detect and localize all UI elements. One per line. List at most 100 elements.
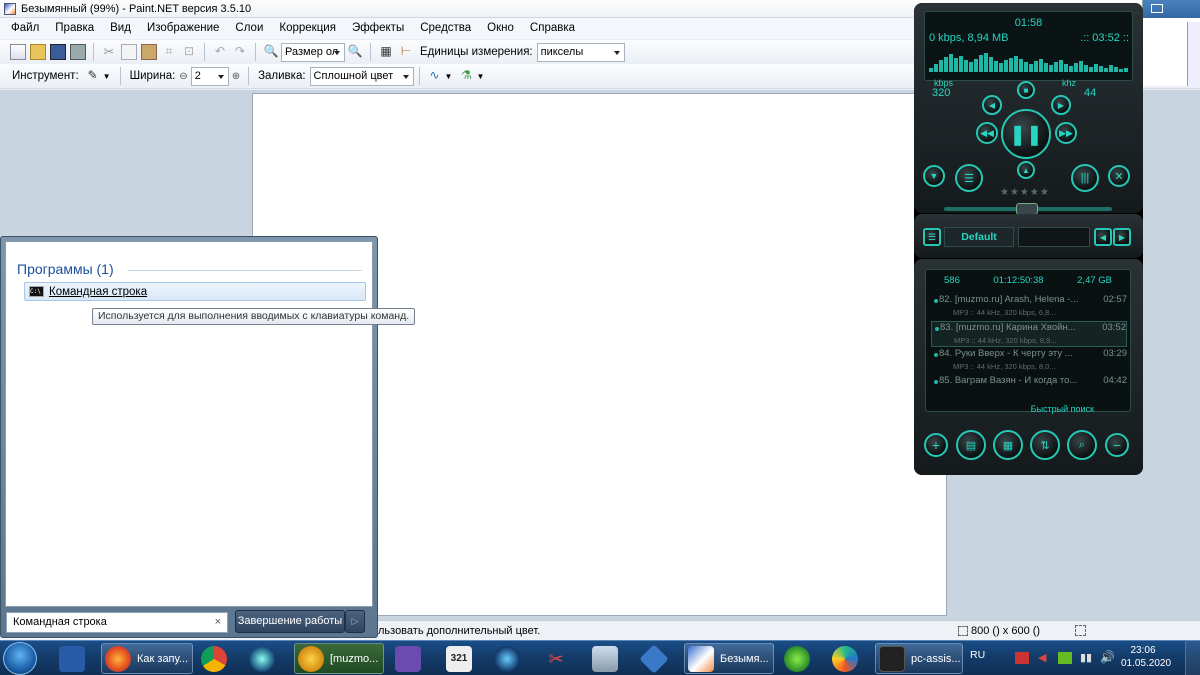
width-increase-icon[interactable]: ⊕ [232, 71, 240, 82]
background-window-titlebar[interactable] [1143, 0, 1200, 18]
next-button[interactable]: ▶ [1051, 95, 1071, 115]
grid-icon[interactable]: ▦ [378, 44, 394, 60]
width-select[interactable]: 2 [190, 66, 229, 86]
playlist-file-button[interactable]: ▤ [956, 430, 986, 460]
taskbar-firefox[interactable]: Как запу... [101, 643, 193, 674]
spectrum-bar [984, 53, 988, 72]
add-button[interactable]: + [924, 433, 948, 457]
zoom-out-icon[interactable]: 🔍 [263, 44, 279, 60]
background-window[interactable] [1142, 0, 1200, 86]
rating-stars[interactable]: ★★★★★ [1000, 187, 1050, 198]
units-select[interactable]: пикселы [536, 42, 625, 62]
menu-adjustments[interactable]: Коррекция [271, 18, 344, 39]
preset-next-button[interactable]: ▶ [1113, 228, 1131, 246]
zoom-select[interactable]: Размер ол [281, 42, 345, 62]
close-button[interactable]: ✕ [1108, 165, 1130, 187]
menu-effects[interactable]: Эффекты [344, 18, 412, 39]
stop-button[interactable]: ■ [1017, 81, 1035, 99]
taskbar-pc-assistant[interactable]: pc-assis... [875, 643, 963, 674]
taskbar-visual-studio[interactable] [392, 643, 430, 674]
menu-image[interactable]: Изображение [139, 18, 227, 39]
taskbar-chrome[interactable] [198, 643, 236, 674]
eject-button[interactable]: ▲ [1017, 161, 1035, 179]
preset-name[interactable]: Default [944, 227, 1014, 247]
preset-prev-button[interactable]: ◀ [1094, 228, 1112, 246]
antialias-icon[interactable]: ∿ [427, 68, 443, 84]
playlist-item[interactable]: 82. [muzmo.ru] Arash, Helena -... 02:57 M… [931, 294, 1127, 320]
taskbar-utorrent[interactable] [781, 643, 819, 674]
sort-button[interactable]: ⇅ [1030, 430, 1060, 460]
tool-dropdown-icon[interactable]: ▼ [103, 72, 111, 81]
menu-file[interactable]: Файл [3, 18, 47, 39]
forward-button[interactable]: ▶▶ [1055, 122, 1077, 144]
width-decrease-icon[interactable]: ⊖ [179, 71, 187, 82]
copy-icon[interactable] [121, 44, 137, 60]
menu-edit[interactable]: Правка [47, 18, 102, 39]
clear-search-icon[interactable]: × [215, 613, 221, 632]
menu-help[interactable]: Справка [522, 18, 583, 39]
playlist-item[interactable]: 85. Ваграм Вазян - И когда то... 04:42 [931, 375, 1127, 401]
taskbar-network[interactable] [491, 643, 529, 674]
undo-icon[interactable]: ↶ [212, 44, 228, 60]
taskbar-word[interactable] [56, 643, 94, 674]
save-icon[interactable] [50, 44, 66, 60]
taskbar-vpn[interactable] [638, 643, 676, 674]
paste-icon[interactable] [141, 44, 157, 60]
start-button[interactable] [3, 642, 37, 675]
start-search-input[interactable]: Командная строка × [6, 612, 228, 633]
menu-down-button[interactable]: ▼ [923, 165, 945, 187]
shutdown-button[interactable]: Завершение работы [235, 610, 345, 633]
antialias-dropdown-icon[interactable]: ▼ [445, 72, 453, 81]
taskbar-download-manager[interactable] [829, 643, 867, 674]
preset-menu-button[interactable]: ☰ [923, 228, 941, 246]
redo-icon[interactable]: ↷ [232, 44, 248, 60]
taskbar-media-321[interactable]: 321 [443, 643, 481, 674]
language-indicator[interactable]: RU [970, 649, 985, 661]
playlist-item[interactable]: 84. Руки Вверх - К черту эту ... 03:29 MP… [931, 348, 1127, 374]
ruler-icon[interactable]: ⊢ [398, 44, 414, 60]
tray-clock[interactable]: 23:06 01.05.2020 [1121, 644, 1171, 670]
open-folder-icon[interactable] [30, 44, 46, 60]
taskbar-aimp[interactable]: [muzmo... [294, 643, 384, 674]
zoom-in-icon[interactable]: 🔍 [347, 44, 363, 60]
tray-nvidia-icon[interactable] [1058, 652, 1072, 664]
taskbar-media-player[interactable] [246, 643, 286, 674]
equalizer-button[interactable]: ||| [1071, 164, 1099, 192]
deselect-icon[interactable]: ⊡ [181, 44, 197, 60]
pause-button[interactable]: ❚❚ [1001, 109, 1051, 159]
show-desktop-button[interactable] [1185, 640, 1200, 675]
quick-search-link[interactable]: Быстрый поиск [1031, 404, 1094, 414]
remove-button[interactable]: − [1105, 433, 1129, 457]
tray-network-icon[interactable]: ▮▮ [1080, 651, 1092, 664]
playlist-item-current[interactable]: 83. [muzmo.ru] Карина Хвойн... 03:52 MP3 … [931, 321, 1127, 347]
cut-icon[interactable]: ✂ [101, 44, 117, 60]
blend-mode-icon[interactable]: ⚗ [458, 68, 474, 84]
taskbar-snipping[interactable]: ✂ [540, 643, 578, 674]
menu-tools[interactable]: Средства [412, 18, 479, 39]
volume-slider[interactable] [944, 203, 1112, 215]
tray-volume-icon[interactable]: 🔊 [1100, 650, 1115, 664]
menu-button[interactable]: ☰ [955, 164, 983, 192]
fill-select[interactable]: Сплошной цвет [309, 66, 414, 86]
maximize-icon[interactable] [1151, 4, 1163, 13]
tray-speaker-icon[interactable]: ◀ [1038, 651, 1046, 664]
print-icon[interactable] [70, 44, 86, 60]
menu-view[interactable]: Вид [102, 18, 139, 39]
prev-button[interactable]: ◀ [982, 95, 1002, 115]
preset-slider[interactable] [1018, 227, 1090, 247]
blend-dropdown-icon[interactable]: ▼ [476, 72, 484, 81]
rewind-button[interactable]: ◀◀ [976, 122, 998, 144]
result-command-prompt[interactable]: C:\ Командная строка [24, 282, 366, 301]
paintbrush-icon[interactable]: ✎ [85, 68, 101, 84]
tray-flag-icon[interactable] [1015, 652, 1029, 664]
playlist-tabs-button[interactable]: ▦ [993, 430, 1023, 460]
search-button[interactable]: ⌕ [1067, 430, 1097, 460]
new-file-icon[interactable] [10, 44, 26, 60]
shutdown-options-button[interactable]: ▷ [345, 610, 365, 633]
menu-window[interactable]: Окно [479, 18, 522, 39]
menu-layers[interactable]: Слои [227, 18, 271, 39]
background-window-scrollbar[interactable] [1187, 22, 1200, 86]
crop-icon[interactable]: ⌗ [161, 44, 177, 60]
taskbar-calculator[interactable] [589, 643, 627, 674]
taskbar-paint[interactable]: Безымя... [684, 643, 774, 674]
